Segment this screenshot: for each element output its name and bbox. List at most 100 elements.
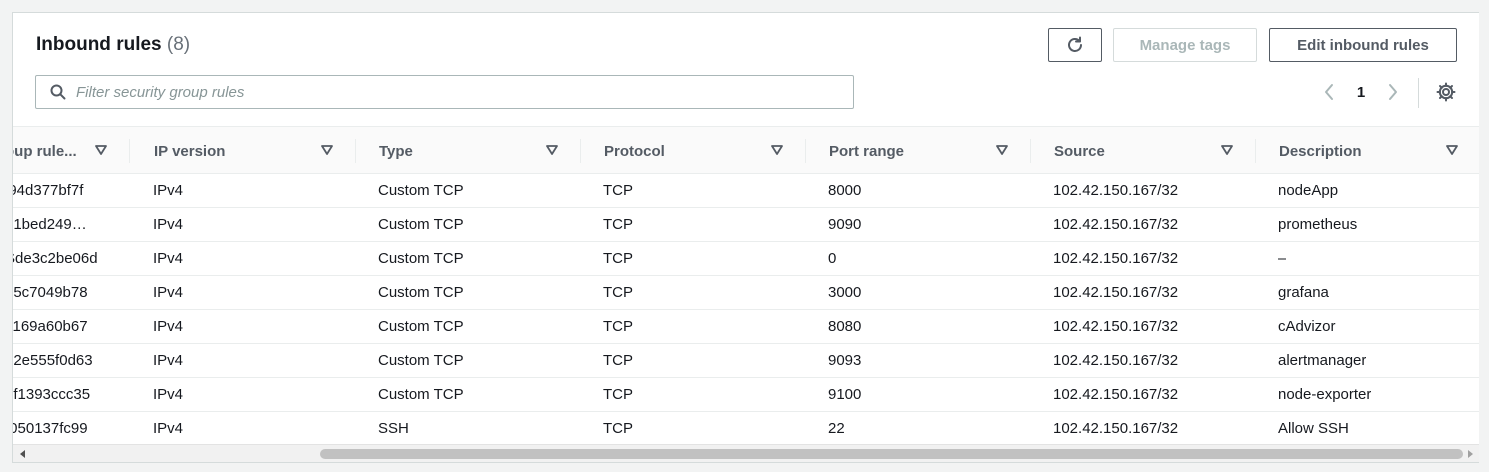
sort-caret-down-icon[interactable] xyxy=(771,145,783,155)
cell-port-range: 9093 xyxy=(828,352,862,369)
caret-left-icon xyxy=(20,450,25,458)
column-divider[interactable] xyxy=(129,139,130,163)
col-header-label: Port range xyxy=(829,142,905,160)
cell-protocol: TCP xyxy=(603,182,633,199)
col-header-port-range[interactable]: Port range xyxy=(829,127,1029,175)
page-title: Inbound rules (8) xyxy=(36,34,190,56)
col-header-label: Description xyxy=(1279,142,1362,160)
table-row[interactable]: 42e555f0d63 IPv4 Custom TCP TCP 9093 102… xyxy=(13,344,1479,378)
table-row[interactable]: 65c7049b78 IPv4 Custom TCP TCP 3000 102.… xyxy=(13,276,1479,310)
sort-caret-down-icon[interactable] xyxy=(1446,145,1458,155)
chevron-left-icon xyxy=(1325,84,1333,100)
cell-protocol: TCP xyxy=(603,284,633,301)
col-header-label: Source xyxy=(1054,142,1105,160)
col-header-label: Type xyxy=(379,142,413,160)
title-text: Inbound rules xyxy=(36,34,162,55)
col-header-description[interactable]: Description xyxy=(1279,127,1479,175)
cell-description: cAdvizor xyxy=(1278,318,1336,335)
cell-source: 102.42.150.167/32 xyxy=(1053,250,1179,267)
table-row[interactable]: l94d377bf7f IPv4 Custom TCP TCP 8000 102… xyxy=(13,174,1479,208)
cell-port-range: 9100 xyxy=(828,386,862,403)
column-divider[interactable] xyxy=(1030,139,1031,163)
cell-type: Custom TCP xyxy=(378,386,464,403)
cell-source: 102.42.150.167/32 xyxy=(1053,318,1179,335)
search-input[interactable] xyxy=(76,83,836,101)
cell-port-range: 0 xyxy=(828,250,837,267)
sort-caret-down-icon[interactable] xyxy=(321,145,333,155)
cell-protocol: TCP xyxy=(603,386,633,403)
cell-rule-id[interactable]: l94d377bf7f xyxy=(13,174,123,207)
cell-ip-version: IPv4 xyxy=(153,250,184,267)
cell-port-range: 22 xyxy=(828,420,845,437)
column-divider[interactable] xyxy=(355,139,356,163)
caret-right-icon xyxy=(1468,450,1473,458)
cell-ip-version: IPv4 xyxy=(153,284,184,301)
cell-type: Custom TCP xyxy=(378,182,464,199)
cell-port-range: 3000 xyxy=(828,284,862,301)
col-header-label: oup rule... xyxy=(13,142,77,160)
scroll-right-arrow[interactable] xyxy=(1464,448,1476,460)
cell-description: prometheus xyxy=(1278,216,1358,233)
table-row[interactable]: o1bed249… IPv4 Custom TCP TCP 9090 102.4… xyxy=(13,208,1479,242)
cell-rule-id[interactable]: 65c7049b78 xyxy=(13,276,123,309)
search-icon xyxy=(50,84,66,100)
cell-description: alertmanager xyxy=(1278,352,1367,369)
cell-rule-id[interactable]: c169a60b67 xyxy=(13,310,123,343)
cell-type: Custom TCP xyxy=(378,250,464,267)
cell-type: SSH xyxy=(378,420,409,437)
cell-port-range: 8080 xyxy=(828,318,862,335)
col-header-label: Protocol xyxy=(604,142,665,160)
col-header-ip-version[interactable]: IP version xyxy=(154,127,354,175)
column-divider[interactable] xyxy=(805,139,806,163)
cell-description: grafana xyxy=(1278,284,1329,301)
cell-rule-id[interactable]: 42e555f0d63 xyxy=(13,344,123,377)
column-divider[interactable] xyxy=(580,139,581,163)
cell-rule-id[interactable]: of1393ccc35 xyxy=(13,378,123,411)
sort-caret-down-icon[interactable] xyxy=(1221,145,1233,155)
cell-ip-version: IPv4 xyxy=(153,182,184,199)
cell-description: nodeApp xyxy=(1278,182,1339,199)
edit-inbound-rules-button[interactable]: Edit inbound rules xyxy=(1269,28,1457,62)
sort-caret-down-icon[interactable] xyxy=(996,145,1008,155)
column-divider[interactable] xyxy=(1255,139,1256,163)
horizontal-scrollbar[interactable] xyxy=(13,444,1479,462)
sort-caret-down-icon[interactable] xyxy=(95,145,107,155)
rules-count: (8) xyxy=(166,34,191,55)
col-header-protocol[interactable]: Protocol xyxy=(604,127,804,175)
table-row[interactable]: c169a60b67 IPv4 Custom TCP TCP 8080 102.… xyxy=(13,310,1479,344)
cell-type: Custom TCP xyxy=(378,284,464,301)
cell-protocol: TCP xyxy=(603,318,633,335)
col-header-group-rule-id[interactable]: oup rule... xyxy=(13,127,125,175)
cell-type: Custom TCP xyxy=(378,352,464,369)
cell-protocol: TCP xyxy=(603,216,633,233)
refresh-button[interactable] xyxy=(1048,28,1102,62)
cell-ip-version: IPv4 xyxy=(153,216,184,233)
refresh-icon xyxy=(1068,36,1082,52)
cell-rule-id[interactable]: f050137fc99 xyxy=(13,412,123,444)
scroll-left-arrow[interactable] xyxy=(17,448,29,460)
prev-page-button[interactable] xyxy=(1318,81,1340,103)
col-header-type[interactable]: Type xyxy=(379,127,579,175)
table-row[interactable]: Sde3c2be06d IPv4 Custom TCP TCP 0 102.42… xyxy=(13,242,1479,276)
current-page[interactable]: 1 xyxy=(1350,84,1372,101)
next-page-button[interactable] xyxy=(1382,81,1404,103)
cell-description: – xyxy=(1278,250,1287,267)
cell-ip-version: IPv4 xyxy=(153,352,184,369)
table-row[interactable]: f050137fc99 IPv4 SSH TCP 22 102.42.150.1… xyxy=(13,412,1479,444)
cell-protocol: TCP xyxy=(603,352,633,369)
scrollbar-thumb[interactable] xyxy=(320,449,1463,459)
cell-rule-id[interactable]: o1bed249… xyxy=(13,208,123,241)
cell-rule-id[interactable]: Sde3c2be06d xyxy=(13,242,123,275)
cell-source: 102.42.150.167/32 xyxy=(1053,216,1179,233)
cell-source: 102.42.150.167/32 xyxy=(1053,352,1179,369)
sort-caret-down-icon[interactable] xyxy=(546,145,558,155)
toolbar-divider xyxy=(1418,78,1419,108)
search-box[interactable] xyxy=(35,75,854,109)
cell-protocol: TCP xyxy=(603,250,633,267)
table-row[interactable]: of1393ccc35 IPv4 Custom TCP TCP 9100 102… xyxy=(13,378,1479,412)
col-header-source[interactable]: Source xyxy=(1054,127,1254,175)
preferences-button[interactable] xyxy=(1435,81,1457,103)
cell-protocol: TCP xyxy=(603,420,633,437)
cell-type: Custom TCP xyxy=(378,216,464,233)
manage-tags-button[interactable]: Manage tags xyxy=(1113,28,1257,62)
